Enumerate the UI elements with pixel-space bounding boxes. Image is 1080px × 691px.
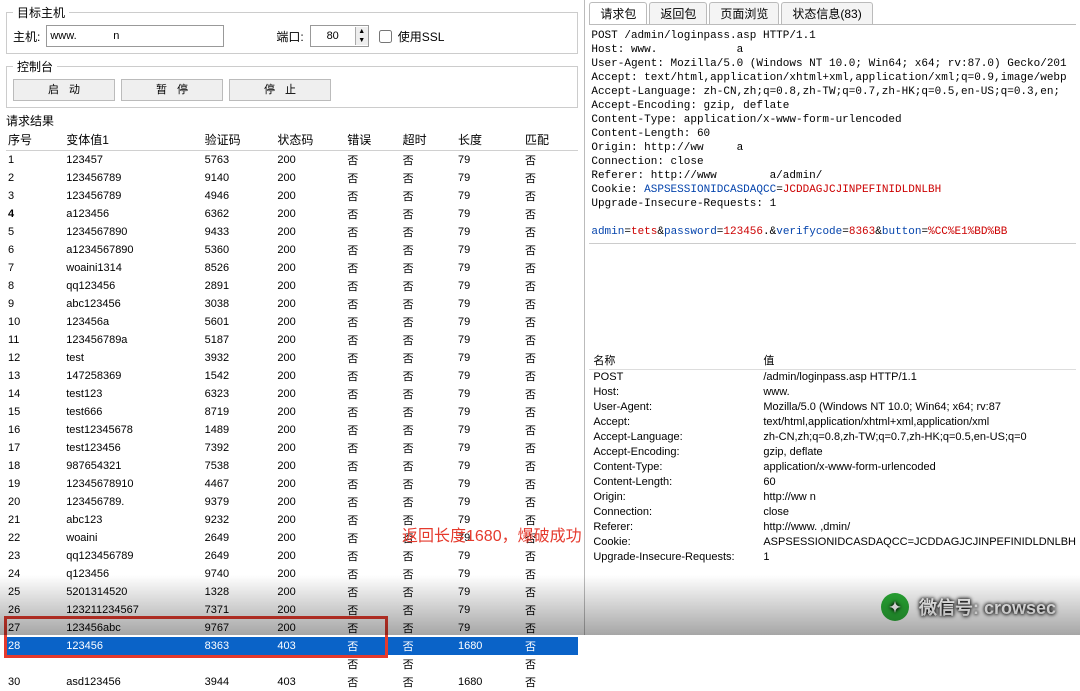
spin-down-icon[interactable]: ▼	[355, 36, 368, 45]
detail-row[interactable]: Referer:http://www. ,dmin/	[589, 520, 1076, 535]
target-host-group: 目标主机 主机: 端口: ▲ ▼ 使用SSL	[6, 4, 578, 54]
annotation-text: 返回长度1680，爆破成功	[402, 522, 582, 546]
col-error[interactable]: 错误	[345, 129, 400, 151]
table-row[interactable]: 2552013145201328200否否79否	[6, 583, 578, 601]
table-row[interactable]: 24q1234569740200否否79否	[6, 565, 578, 583]
detail-row[interactable]: Host:www.	[589, 385, 1076, 400]
table-row[interactable]: 19123456789104467200否否79否	[6, 475, 578, 493]
tab-response[interactable]: 返回包	[649, 2, 707, 24]
ssl-checkbox[interactable]	[379, 30, 392, 43]
tab-status[interactable]: 状态信息(83)	[781, 2, 872, 24]
detail-row[interactable]: Accept:text/html,application/xhtml+xml,a…	[589, 415, 1076, 430]
host-label: 主机:	[13, 28, 40, 45]
table-row[interactable]: 21234567899140200否否79否	[6, 169, 578, 187]
detail-row[interactable]: Content-Length:60	[589, 475, 1076, 490]
detail-row[interactable]: POST/admin/loginpass.asp HTTP/1.1	[589, 370, 1076, 385]
right-tabs: 请求包 返回包 页面浏览 状态信息(83)	[589, 2, 1076, 25]
table-row[interactable]: 7woaini13148526200否否79否	[6, 259, 578, 277]
detail-row[interactable]: Accept-Encoding:gzip, deflate	[589, 445, 1076, 460]
col-timeout[interactable]: 超时	[401, 129, 456, 151]
stop-button[interactable]: 停止	[229, 79, 331, 101]
host-input[interactable]	[46, 25, 224, 47]
table-row[interactable]: 30asd1234563944403否否1680否	[6, 673, 578, 691]
table-row[interactable]: 189876543217538200否否79否	[6, 457, 578, 475]
raw-request[interactable]: POST /admin/loginpass.asp HTTP/1.1 Host:…	[589, 25, 1076, 244]
col-match[interactable]: 匹配	[523, 129, 578, 151]
table-row[interactable]: 10123456a5601200否否79否	[6, 313, 578, 331]
table-row[interactable]: 131472583691542200否否79否	[6, 367, 578, 385]
table-row[interactable]: 12test3932200否否79否	[6, 349, 578, 367]
watermark: ✦ 微信号: crowsec	[881, 593, 1056, 621]
port-label: 端口:	[276, 28, 303, 45]
table-row[interactable]: 17test1234567392200否否79否	[6, 439, 578, 457]
table-row[interactable]: 11123456789a5187200否否79否	[6, 331, 578, 349]
watermark-text: 微信号: crowsec	[919, 594, 1056, 620]
col-variant[interactable]: 变体值1	[64, 129, 202, 151]
target-host-legend: 目标主机	[13, 4, 69, 21]
port-input[interactable]	[311, 27, 355, 45]
table-row[interactable]: 23qq1234567892649200否否79否	[6, 547, 578, 565]
table-row[interactable]: 9abc1234563038200否否79否	[6, 295, 578, 313]
detail-row[interactable]: User-Agent:Mozilla/5.0 (Windows NT 10.0;…	[589, 400, 1076, 415]
table-row[interactable]: 20123456789.9379200否否79否	[6, 493, 578, 511]
table-row[interactable]: 4a1234566362200否否79否	[6, 205, 578, 223]
table-row[interactable]: 261232112345677371200否否79否	[6, 601, 578, 619]
detail-header-value: 值	[763, 354, 1076, 369]
console-group: 控制台 启动 暂停 停止	[6, 58, 578, 108]
wechat-icon: ✦	[881, 593, 909, 621]
detail-row[interactable]: Origin:http://ww n	[589, 490, 1076, 505]
table-row[interactable]: 16test123456781489200否否79否	[6, 421, 578, 439]
table-row[interactable]: 6a12345678905360200否否79否	[6, 241, 578, 259]
ssl-label: 使用SSL	[398, 28, 445, 45]
col-verify[interactable]: 验证码	[203, 129, 276, 151]
detail-row[interactable]: Content-Type:application/x-www-form-urle…	[589, 460, 1076, 475]
table-row[interactable]: 8qq1234562891200否否79否	[6, 277, 578, 295]
table-row[interactable]: 512345678909433200否否79否	[6, 223, 578, 241]
table-row[interactable]: 15test6668719200否否79否	[6, 403, 578, 421]
results-title: 请求结果	[6, 112, 578, 129]
console-legend: 控制台	[13, 58, 57, 75]
spin-up-icon[interactable]: ▲	[355, 27, 368, 36]
detail-row[interactable]: Accept-Language:zh-CN,zh;q=0.8,zh-TW;q=0…	[589, 430, 1076, 445]
tab-preview[interactable]: 页面浏览	[709, 2, 779, 24]
table-row[interactable]: 14test1236323200否否79否	[6, 385, 578, 403]
table-row[interactable]: 31234567894946200否否79否	[6, 187, 578, 205]
col-index[interactable]: 序号	[6, 129, 64, 151]
detail-row[interactable]: Upgrade-Insecure-Requests:1	[589, 550, 1076, 565]
col-length[interactable]: 长度	[456, 129, 523, 151]
table-row[interactable]: 11234575763200否否79否	[6, 151, 578, 170]
pause-button[interactable]: 暂停	[121, 79, 223, 101]
detail-header-name: 名称	[589, 354, 763, 369]
start-button[interactable]: 启动	[13, 79, 115, 101]
tab-request[interactable]: 请求包	[589, 2, 647, 24]
detail-row[interactable]: Connection:close	[589, 505, 1076, 520]
col-status[interactable]: 状态码	[275, 129, 345, 151]
detail-row[interactable]: Cookie:ASPSESSIONIDCASDAQCC=JCDDAGJCJINP…	[589, 535, 1076, 550]
table-row[interactable]: 否否否	[6, 655, 578, 673]
port-spinner[interactable]: ▲ ▼	[310, 25, 369, 47]
results-table[interactable]: 序号 变体值1 验证码 状态码 错误 超时 长度 匹配 112345757632…	[6, 129, 578, 691]
